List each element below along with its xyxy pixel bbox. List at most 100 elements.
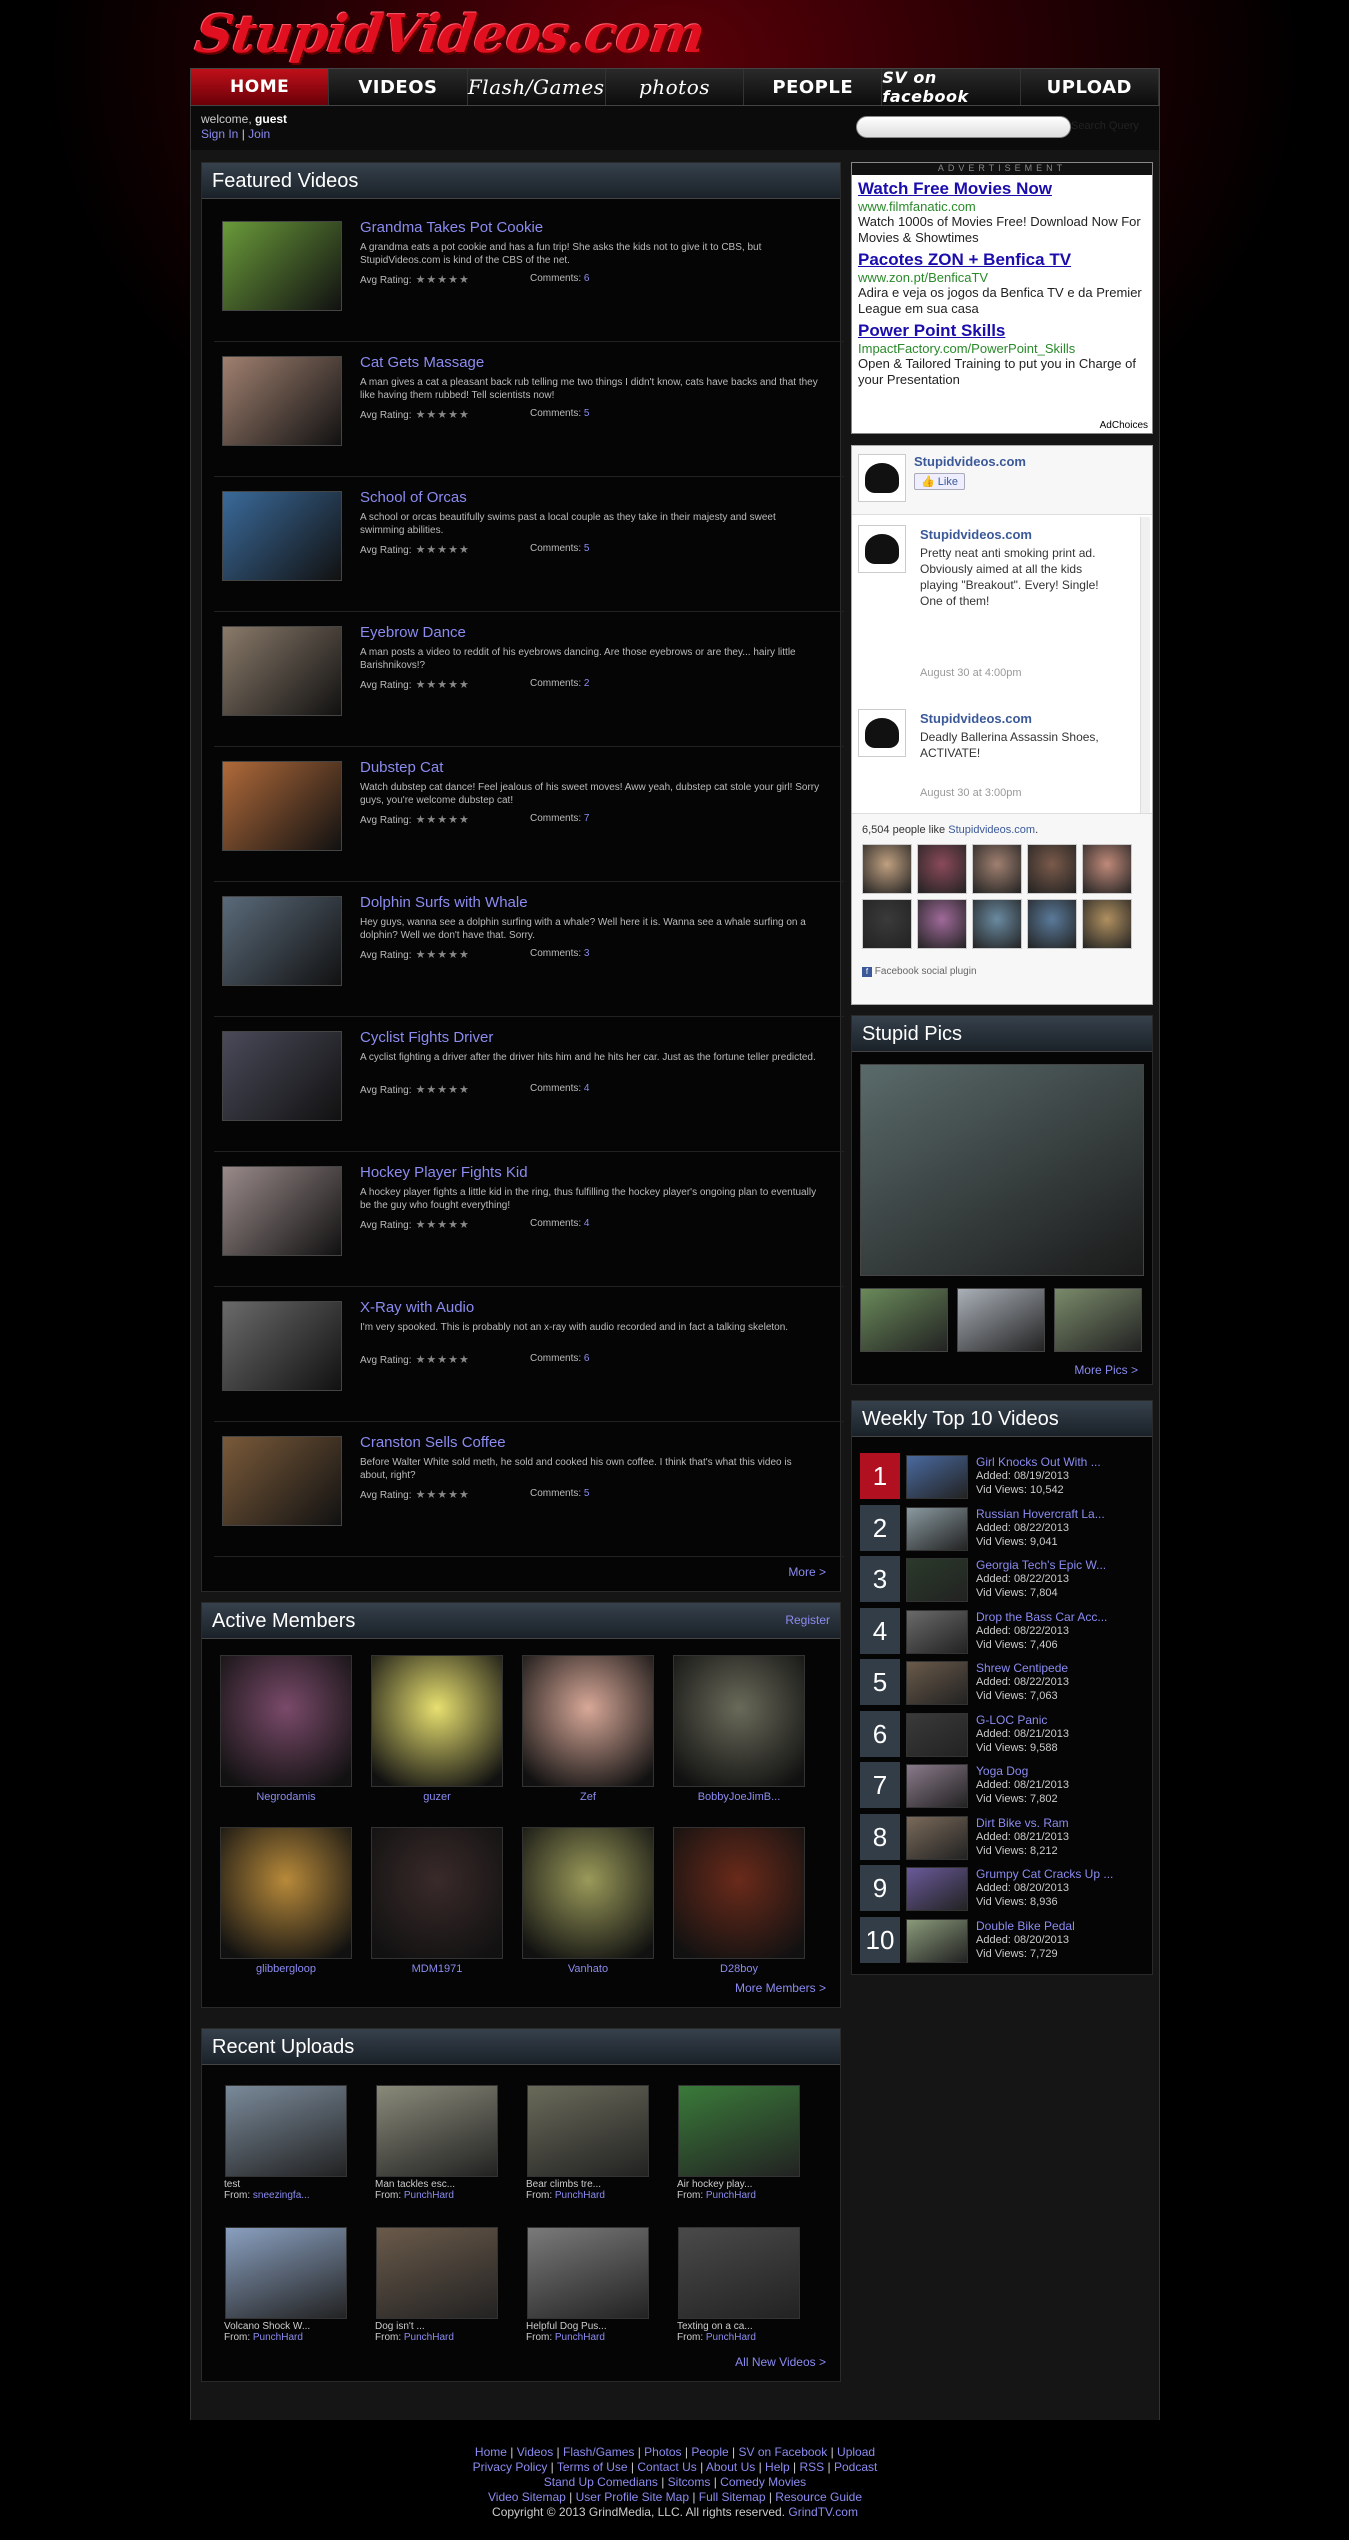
member-avatar[interactable] — [371, 1827, 503, 1959]
comments-count[interactable]: 3 — [584, 948, 590, 959]
fan-avatar[interactable] — [862, 899, 912, 949]
upload-title[interactable]: Volcano Shock W... — [224, 2321, 348, 2332]
top10-thumbnail[interactable] — [906, 1815, 968, 1860]
footer-link[interactable]: Terms of Use — [557, 2460, 628, 2474]
upload-thumbnail[interactable] — [225, 2227, 347, 2319]
member-avatar[interactable] — [522, 1827, 654, 1959]
video-thumbnail[interactable] — [222, 1166, 342, 1256]
member-card[interactable]: MDM1971 — [371, 1827, 503, 1975]
nav-people[interactable]: PEOPLE — [744, 69, 883, 105]
footer-link[interactable]: Upload — [837, 2445, 875, 2459]
upload-title[interactable]: Man tackles esc... — [375, 2179, 499, 2190]
video-title[interactable]: Cat Gets Massage — [360, 354, 484, 371]
upload-title[interactable]: Texting on a ca... — [677, 2321, 801, 2332]
comments-count[interactable]: 2 — [584, 678, 590, 689]
nav-facebook[interactable]: SV on facebook — [882, 68, 1021, 106]
video-thumbnail[interactable] — [222, 356, 342, 446]
fan-avatar[interactable] — [1027, 899, 1077, 949]
nav-upload[interactable]: UPLOAD — [1021, 69, 1159, 105]
site-logo[interactable]: StupidVideos.com — [192, 4, 708, 65]
footer-link[interactable]: People — [691, 2445, 728, 2459]
comments-count[interactable]: 6 — [584, 1353, 590, 1364]
video-title[interactable]: Cyclist Fights Driver — [360, 1029, 493, 1046]
video-title[interactable]: Dubstep Cat — [360, 759, 443, 776]
video-title[interactable]: School of Orcas — [360, 489, 467, 506]
comments-count[interactable]: 6 — [584, 273, 590, 284]
footer-link[interactable]: About Us — [706, 2460, 755, 2474]
fan-avatar[interactable] — [917, 844, 967, 894]
fb-page-avatar[interactable] — [858, 454, 906, 502]
ad-url[interactable]: www.zon.pt/BenficaTV — [858, 270, 1146, 285]
footer-link[interactable]: Comedy Movies — [720, 2475, 806, 2489]
top10-title[interactable]: Dirt Bike vs. Ram — [976, 1816, 1069, 1830]
member-card[interactable]: glibbergloop — [220, 1827, 352, 1975]
upload-user-link[interactable]: PunchHard — [706, 2332, 756, 2343]
pic-thumbnail[interactable] — [957, 1288, 1045, 1352]
video-thumbnail[interactable] — [222, 896, 342, 986]
member-name[interactable]: Zef — [522, 1791, 654, 1803]
member-card[interactable]: guzer — [371, 1655, 503, 1803]
top10-thumbnail[interactable] — [906, 1867, 968, 1911]
upload-thumbnail[interactable] — [527, 2227, 649, 2319]
member-card[interactable]: Zef — [522, 1655, 654, 1803]
video-title[interactable]: Cranston Sells Coffee — [360, 1434, 506, 1451]
member-card[interactable]: BobbyJoeJimB... — [673, 1655, 805, 1803]
ad-title[interactable]: Pacotes ZON + Benfica TV — [858, 250, 1146, 270]
comments-count[interactable]: 7 — [584, 813, 590, 824]
upload-item[interactable]: Bear climbs tre... From: PunchHard — [526, 2085, 650, 2201]
upload-title[interactable]: Helpful Dog Pus... — [526, 2321, 650, 2332]
featured-more-link[interactable]: More > — [788, 1565, 826, 1579]
pic-thumbnail[interactable] — [1054, 1288, 1142, 1352]
video-title[interactable]: Dolphin Surfs with Whale — [360, 894, 528, 911]
top10-thumbnail[interactable] — [906, 1558, 968, 1602]
footer-link[interactable]: Photos — [644, 2445, 681, 2459]
ad-item[interactable]: Pacotes ZON + Benfica TV www.zon.pt/Benf… — [852, 250, 1152, 317]
upload-title[interactable]: Bear climbs tre... — [526, 2179, 650, 2190]
member-avatar[interactable] — [673, 1827, 805, 1959]
all-new-videos-link[interactable]: All New Videos > — [735, 2355, 826, 2369]
top10-thumbnail[interactable] — [906, 1661, 968, 1705]
member-name[interactable]: MDM1971 — [371, 1963, 503, 1975]
top10-title[interactable]: Grumpy Cat Cracks Up ... — [976, 1867, 1113, 1881]
upload-item[interactable]: Volcano Shock W... From: PunchHard — [224, 2227, 348, 2343]
top10-thumbnail[interactable] — [906, 1918, 968, 1963]
upload-user-link[interactable]: PunchHard — [706, 2190, 756, 2201]
footer-link[interactable]: Home — [475, 2445, 507, 2459]
top10-thumbnail[interactable] — [906, 1455, 968, 1499]
fb-like-button[interactable]: 👍 Like — [914, 473, 965, 490]
fb-post-date[interactable]: August 30 at 3:00pm — [920, 787, 1022, 799]
upload-thumbnail[interactable] — [678, 2085, 800, 2177]
sign-in-link[interactable]: Sign In — [201, 127, 238, 141]
footer-link[interactable]: Contact Us — [637, 2460, 696, 2474]
fb-count-link[interactable]: Stupidvideos.com — [948, 824, 1035, 836]
upload-user-link[interactable]: PunchHard — [404, 2332, 454, 2343]
fb-stream[interactable]: Stupidvideos.com Pretty neat anti smokin… — [852, 514, 1152, 814]
top10-thumbnail[interactable] — [906, 1609, 968, 1654]
top10-title[interactable]: Russian Hovercraft La... — [976, 1507, 1105, 1521]
top10-title[interactable]: Double Bike Pedal — [976, 1919, 1075, 1933]
comments-count[interactable]: 4 — [584, 1218, 590, 1229]
member-avatar[interactable] — [371, 1655, 503, 1787]
join-link[interactable]: Join — [248, 127, 270, 141]
upload-item[interactable]: test From: sneezingfa... — [224, 2085, 348, 2201]
video-thumbnail[interactable] — [222, 491, 342, 581]
upload-thumbnail[interactable] — [678, 2227, 800, 2319]
top10-title[interactable]: Yoga Dog — [976, 1764, 1028, 1778]
fb-post-author[interactable]: Stupidvideos.com — [920, 527, 1032, 542]
ad-url[interactable]: www.filmfanatic.com — [858, 199, 1146, 214]
footer-link[interactable]: Help — [765, 2460, 790, 2474]
footer-link[interactable]: Sitcoms — [668, 2475, 711, 2489]
fan-avatar[interactable] — [917, 899, 967, 949]
ad-title[interactable]: Watch Free Movies Now — [858, 179, 1146, 199]
footer-link[interactable]: Flash/Games — [563, 2445, 634, 2459]
member-name[interactable]: Vanhato — [522, 1963, 654, 1975]
comments-count[interactable]: 5 — [584, 408, 590, 419]
upload-user-link[interactable]: PunchHard — [555, 2332, 605, 2343]
fb-page-name[interactable]: Stupidvideos.com — [914, 454, 1026, 469]
video-thumbnail[interactable] — [222, 1031, 342, 1121]
footer-link[interactable]: Privacy Policy — [473, 2460, 548, 2474]
member-card[interactable]: Negrodamis — [220, 1655, 352, 1803]
comments-count[interactable]: 5 — [584, 543, 590, 554]
grindtv-link[interactable]: GrindTV.com — [788, 2505, 858, 2519]
fan-avatar[interactable] — [972, 899, 1022, 949]
